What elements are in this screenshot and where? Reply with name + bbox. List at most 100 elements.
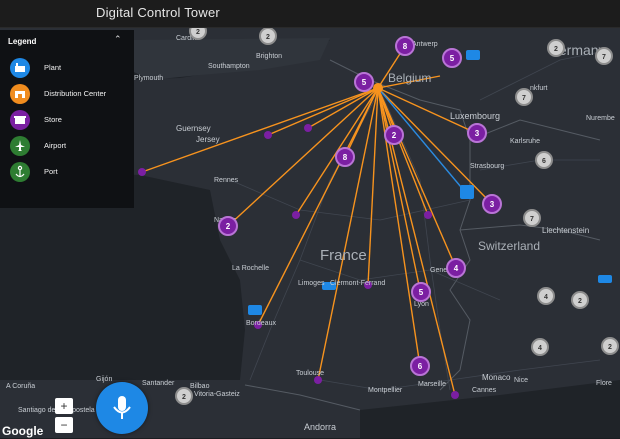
legend-label: Store bbox=[44, 115, 62, 124]
label-toulouse: Toulouse bbox=[296, 370, 324, 377]
legend-item-distribution: Distribution Center bbox=[10, 84, 134, 104]
svg-text:5: 5 bbox=[450, 54, 455, 63]
label-andorra: Andorra bbox=[304, 422, 336, 432]
grey-cluster[interactable]: 2 bbox=[259, 28, 277, 45]
label-luxembourg: Luxembourg bbox=[450, 111, 500, 121]
svg-text:3: 3 bbox=[475, 129, 480, 138]
svg-text:2: 2 bbox=[196, 29, 200, 36]
label-guernsey: Guernsey bbox=[176, 124, 211, 133]
legend-item-store: Store bbox=[10, 110, 134, 130]
legend-item-airport: Airport bbox=[10, 136, 134, 156]
chevron-up-icon[interactable]: ⌃ bbox=[114, 34, 122, 45]
store-cluster[interactable]: 5 bbox=[354, 72, 374, 92]
label-monaco: Monaco bbox=[482, 373, 511, 382]
legend-panel: Legend ⌃ Plant Distribution Center Store… bbox=[0, 30, 134, 208]
airplane-icon bbox=[10, 136, 30, 156]
svg-text:5: 5 bbox=[419, 288, 424, 297]
label-bordeaux: Bordeaux bbox=[246, 320, 276, 327]
label-nice: Nice bbox=[514, 377, 528, 384]
grey-cluster[interactable]: 6 bbox=[535, 151, 553, 169]
svg-text:6: 6 bbox=[542, 158, 546, 165]
label-cannes: Cannes bbox=[472, 387, 497, 394]
grey-cluster[interactable]: 7 bbox=[595, 47, 613, 65]
svg-text:2: 2 bbox=[392, 131, 397, 140]
factory-icon bbox=[460, 185, 474, 199]
label-florence: Flore bbox=[596, 380, 612, 387]
label-strasbourg: Strasbourg bbox=[470, 163, 504, 170]
svg-text:4: 4 bbox=[544, 294, 548, 301]
svg-text:7: 7 bbox=[522, 95, 526, 102]
grey-cluster[interactable]: 2 bbox=[571, 291, 589, 309]
store-cluster[interactable]: 3 bbox=[482, 194, 502, 214]
truck-icon bbox=[598, 275, 612, 283]
grey-cluster[interactable]: 2 bbox=[175, 387, 193, 405]
google-logo: Google bbox=[2, 424, 44, 438]
svg-text:2: 2 bbox=[608, 344, 612, 351]
truck-icon bbox=[248, 305, 262, 315]
store-cluster[interactable]: 4 bbox=[446, 258, 466, 278]
store-cluster[interactable]: 8 bbox=[335, 147, 355, 167]
label-lyon: Lyon bbox=[414, 301, 429, 308]
factory-icon bbox=[10, 58, 30, 78]
label-frankfurt: nkfurt bbox=[530, 85, 548, 92]
label-limoges: Limoges bbox=[298, 280, 325, 287]
label-montpellier: Montpellier bbox=[368, 387, 403, 394]
label-switzerland: Switzerland bbox=[478, 239, 540, 253]
svg-text:2: 2 bbox=[578, 298, 582, 305]
grey-cluster[interactable]: 7 bbox=[515, 88, 533, 106]
label-karlsruhe: Karlsruhe bbox=[510, 138, 540, 145]
hub-marker bbox=[373, 83, 383, 93]
grey-cluster[interactable]: 4 bbox=[537, 287, 555, 305]
label-rennes: Rennes bbox=[214, 177, 239, 184]
label-nuremberg: Nurembe bbox=[586, 115, 615, 122]
svg-text:8: 8 bbox=[403, 42, 408, 51]
voice-input-button[interactable] bbox=[96, 382, 148, 434]
legend-title: Legend bbox=[8, 37, 37, 46]
label-brighton: Brighton bbox=[256, 53, 282, 60]
svg-text:6: 6 bbox=[418, 362, 423, 371]
store-cluster[interactable]: 2 bbox=[218, 216, 238, 236]
label-liechtenstein: Liechtenstein bbox=[542, 226, 589, 235]
svg-text:5: 5 bbox=[362, 78, 367, 87]
legend-label: Port bbox=[44, 167, 58, 176]
grey-cluster[interactable]: 7 bbox=[523, 209, 541, 227]
grey-cluster[interactable]: 2 bbox=[547, 39, 565, 57]
svg-text:4: 4 bbox=[538, 345, 542, 352]
label-la-rochelle: La Rochelle bbox=[232, 265, 269, 272]
store-cluster[interactable]: 2 bbox=[384, 125, 404, 145]
label-marseille: Marseille bbox=[418, 381, 446, 388]
label-jersey: Jersey bbox=[196, 135, 220, 144]
label-coruna: A Coruña bbox=[6, 383, 35, 390]
svg-text:7: 7 bbox=[530, 216, 534, 223]
top-bar: Digital Control Tower bbox=[0, 0, 620, 28]
store-cluster[interactable]: 3 bbox=[467, 123, 487, 143]
store-cluster[interactable]: 5 bbox=[411, 282, 431, 302]
label-vitoria: Vitoria-Gasteiz bbox=[194, 391, 240, 398]
legend-label: Airport bbox=[44, 141, 67, 150]
legend-item-port: Port bbox=[10, 162, 134, 182]
legend-label: Distribution Center bbox=[44, 89, 107, 98]
svg-text:2: 2 bbox=[266, 34, 270, 41]
svg-text:2: 2 bbox=[554, 46, 558, 53]
grey-cluster[interactable]: 4 bbox=[531, 338, 549, 356]
svg-text:2: 2 bbox=[226, 222, 231, 231]
label-belgium: Belgium bbox=[388, 71, 431, 85]
truck-icon bbox=[466, 50, 480, 60]
warehouse-icon bbox=[10, 84, 30, 104]
zoom-out-button[interactable]: − bbox=[55, 417, 73, 433]
svg-text:7: 7 bbox=[602, 54, 606, 61]
anchor-icon bbox=[10, 162, 30, 182]
label-southampton: Southampton bbox=[208, 63, 250, 70]
zoom-in-button[interactable]: + bbox=[55, 398, 73, 414]
app-title: Digital Control Tower bbox=[96, 5, 220, 20]
svg-text:8: 8 bbox=[343, 153, 348, 162]
store-cluster[interactable]: 8 bbox=[395, 36, 415, 56]
grey-cluster[interactable]: 2 bbox=[189, 28, 207, 40]
label-antwerp: Antwerp bbox=[412, 41, 438, 48]
store-cluster[interactable]: 5 bbox=[442, 48, 462, 68]
svg-text:4: 4 bbox=[454, 264, 459, 273]
grey-cluster[interactable]: 2 bbox=[601, 337, 619, 355]
microphone-icon bbox=[113, 396, 131, 419]
svg-text:3: 3 bbox=[490, 200, 495, 209]
store-cluster[interactable]: 6 bbox=[410, 356, 430, 376]
